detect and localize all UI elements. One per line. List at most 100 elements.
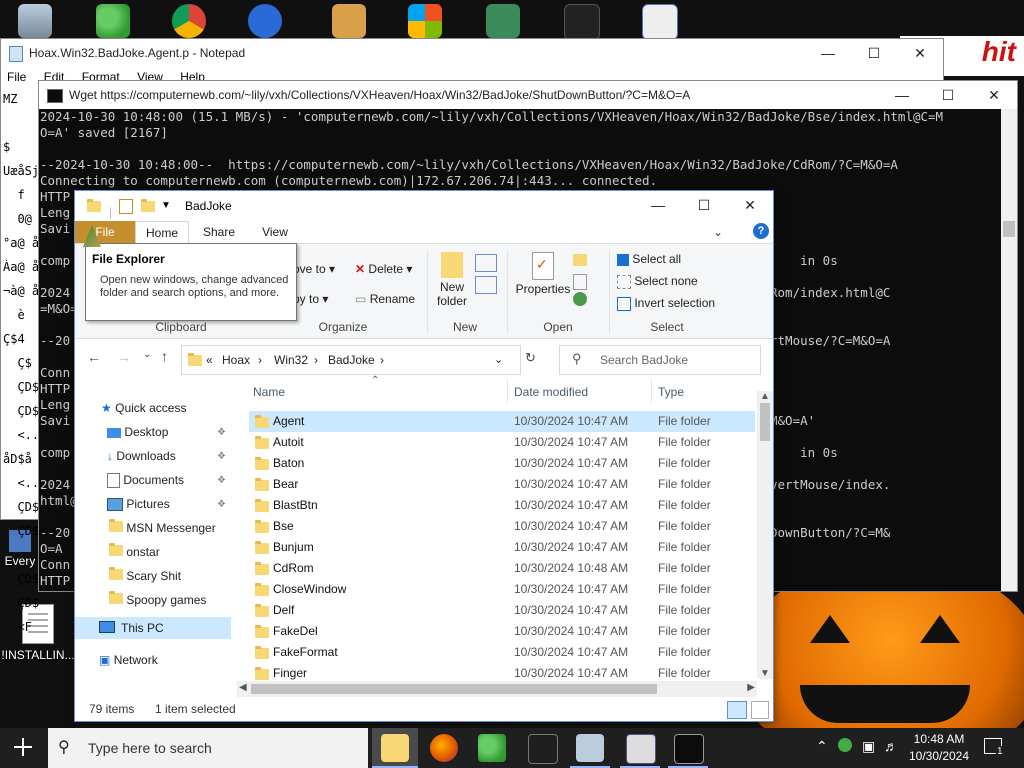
table-row[interactable]: Bse 10/30/2024 10:47 AM File folder (249, 516, 755, 537)
easy-access-icon[interactable] (475, 276, 497, 294)
properties-quick-icon[interactable] (119, 199, 133, 214)
nav-desktop[interactable]: Desktop (107, 425, 168, 439)
scroll-up-icon[interactable]: ▲ (760, 391, 770, 402)
properties-button[interactable]: ✓ Properties (513, 252, 573, 296)
copy-to-button[interactable]: py to ▾ (293, 292, 328, 306)
table-row[interactable]: CloseWindow 10/30/2024 10:47 AM File folde… (249, 579, 755, 600)
nav-documents[interactable]: Documents (107, 473, 184, 489)
notepad-titlebar[interactable]: Hoax.Win32.BadJoke.Agent.p - Notepad — ☐… (1, 39, 943, 67)
character-icon[interactable] (486, 4, 520, 38)
recent-locations-icon[interactable]: ⌄ (143, 349, 151, 360)
column-header-type[interactable]: Type (658, 385, 684, 399)
game-icon[interactable] (248, 4, 282, 38)
horizontal-scroll-thumb[interactable] (251, 684, 657, 694)
notepad-taskbar-icon[interactable] (576, 734, 604, 762)
details-view-icon[interactable] (727, 701, 747, 719)
nav-this-pc[interactable]: This PC (75, 617, 231, 639)
scroll-down-icon[interactable]: ▼ (760, 668, 770, 679)
new-folder-quick-icon[interactable] (141, 199, 155, 212)
taskbar-search-box[interactable]: ⚲ Type here to search (48, 728, 368, 768)
pin-icon[interactable]: ❖ (217, 451, 226, 462)
breadcrumb-win32[interactable]: Win32 (274, 353, 308, 367)
remote-app-taskbar-icon[interactable] (626, 734, 656, 764)
pin-icon[interactable]: ❖ (217, 499, 226, 510)
file-explorer-taskbar-icon[interactable] (381, 734, 409, 762)
breadcrumb-hoax[interactable]: Hoax (222, 353, 250, 367)
table-row[interactable]: BlastBtn 10/30/2024 10:47 AM File folder (249, 495, 755, 516)
nav-quick-access[interactable]: ★ Quick access (101, 401, 186, 415)
recycle-bin-icon[interactable] (18, 4, 52, 38)
new-folder-button[interactable]: New folder (433, 252, 471, 308)
firefox-taskbar-icon[interactable] (430, 734, 458, 762)
windows-logo-icon[interactable] (408, 4, 442, 38)
nav-scary-shit[interactable]: Scary Shit (109, 567, 181, 583)
explorer-titlebar[interactable]: | ▼ BadJoke — ☐ ✕ (75, 191, 773, 221)
quick-access-dropdown-icon[interactable]: ▼ (161, 191, 171, 221)
show-hidden-icons-icon[interactable]: ⌃ (816, 738, 828, 755)
clock[interactable]: 10:48 AM 10/30/2024 (906, 732, 972, 763)
horizontal-scrollbar[interactable]: ◀ ▶ (237, 681, 757, 697)
invert-selection-button[interactable]: Invert selection (617, 296, 715, 311)
history-icon[interactable] (573, 292, 587, 306)
terminal-scroll-thumb[interactable] (1003, 221, 1015, 237)
address-bar[interactable]: « Hoax › Win32 › BadJoke › ⌄ (181, 345, 521, 375)
close-button[interactable]: ✕ (897, 39, 943, 67)
terminal-scrollbar[interactable] (1001, 109, 1017, 591)
large-icons-view-icon[interactable] (751, 701, 769, 719)
new-item-icon[interactable] (475, 254, 497, 272)
tab-share[interactable]: Share (193, 221, 245, 243)
search-box[interactable]: ⚲ Search BadJoke (559, 345, 761, 375)
up-button[interactable]: ↑ (161, 348, 168, 364)
msn-messenger-taskbar-icon[interactable] (478, 734, 506, 762)
scroll-right-icon[interactable]: ▶ (747, 682, 755, 693)
table-row[interactable]: FakeFormat 10/30/2024 10:47 AM File folder (249, 642, 755, 663)
pin-icon[interactable]: ❖ (217, 427, 226, 438)
table-row[interactable]: CdRom 10/30/2024 10:48 AM File folder (249, 558, 755, 579)
menu-file[interactable]: File (7, 70, 26, 84)
chrome-icon[interactable] (172, 4, 206, 38)
breadcrumb-badjoke[interactable]: BadJoke (328, 353, 375, 367)
eye-app-taskbar-icon[interactable] (528, 734, 558, 764)
forward-button[interactable]: → (117, 349, 131, 365)
column-divider[interactable] (507, 379, 508, 403)
table-row[interactable]: Autoit 10/30/2024 10:47 AM File folder (249, 432, 755, 453)
column-divider[interactable] (651, 379, 652, 403)
network-icon[interactable]: ▣ (862, 738, 875, 755)
table-row[interactable]: Baton 10/30/2024 10:47 AM File folder (249, 453, 755, 474)
edit-icon[interactable] (573, 274, 587, 290)
pin-icon[interactable]: ❖ (217, 475, 226, 486)
select-none-button[interactable]: Select none (617, 274, 698, 289)
minimize-button[interactable]: — (879, 81, 925, 109)
close-button[interactable]: ✕ (727, 191, 773, 219)
table-row[interactable]: Bear 10/30/2024 10:47 AM File folder (249, 474, 755, 495)
msn-messenger-icon[interactable] (96, 4, 130, 38)
move-to-button[interactable]: ove to ▾ (293, 262, 335, 276)
installer-icon[interactable] (332, 4, 366, 38)
tab-home[interactable]: Home (135, 221, 189, 244)
messenger-tray-icon[interactable] (838, 738, 852, 752)
open-icon[interactable] (573, 254, 587, 266)
window-app-icon[interactable] (642, 4, 678, 40)
nav-network[interactable]: ▣ Network (99, 653, 158, 667)
vertical-scrollbar[interactable]: ▲ ▼ (757, 391, 773, 679)
back-button[interactable]: ← (87, 349, 101, 365)
minimize-button[interactable]: — (635, 191, 681, 219)
scroll-thumb[interactable] (760, 403, 770, 441)
terminal-titlebar[interactable]: Wget https://computernewb.com/~lily/vxh/… (39, 81, 1017, 109)
eye-icon[interactable] (564, 4, 600, 40)
breadcrumb-overflow[interactable]: « (206, 353, 213, 367)
maximize-button[interactable]: ☐ (681, 191, 727, 219)
nav-downloads[interactable]: ↓ Downloads (107, 449, 176, 463)
rename-button[interactable]: ▭ Rename (355, 292, 415, 306)
tab-file[interactable]: File (75, 221, 135, 243)
table-row[interactable]: Bunjum 10/30/2024 10:47 AM File folder (249, 537, 755, 558)
select-all-button[interactable]: Select all (617, 252, 681, 266)
nav-pictures[interactable]: Pictures (107, 497, 170, 512)
address-dropdown-icon[interactable]: ⌄ (494, 353, 503, 366)
close-button[interactable]: ✕ (971, 81, 1017, 109)
column-header-date[interactable]: Date modified (514, 385, 588, 399)
terminal-taskbar-icon[interactable] (674, 734, 704, 764)
file-explorer-window[interactable]: | ▼ BadJoke — ☐ ✕ File Home Share View ⌄… (74, 190, 774, 722)
nav-msn-messenger[interactable]: MSN Messenger (109, 519, 216, 535)
scroll-left-icon[interactable]: ◀ (239, 682, 247, 693)
